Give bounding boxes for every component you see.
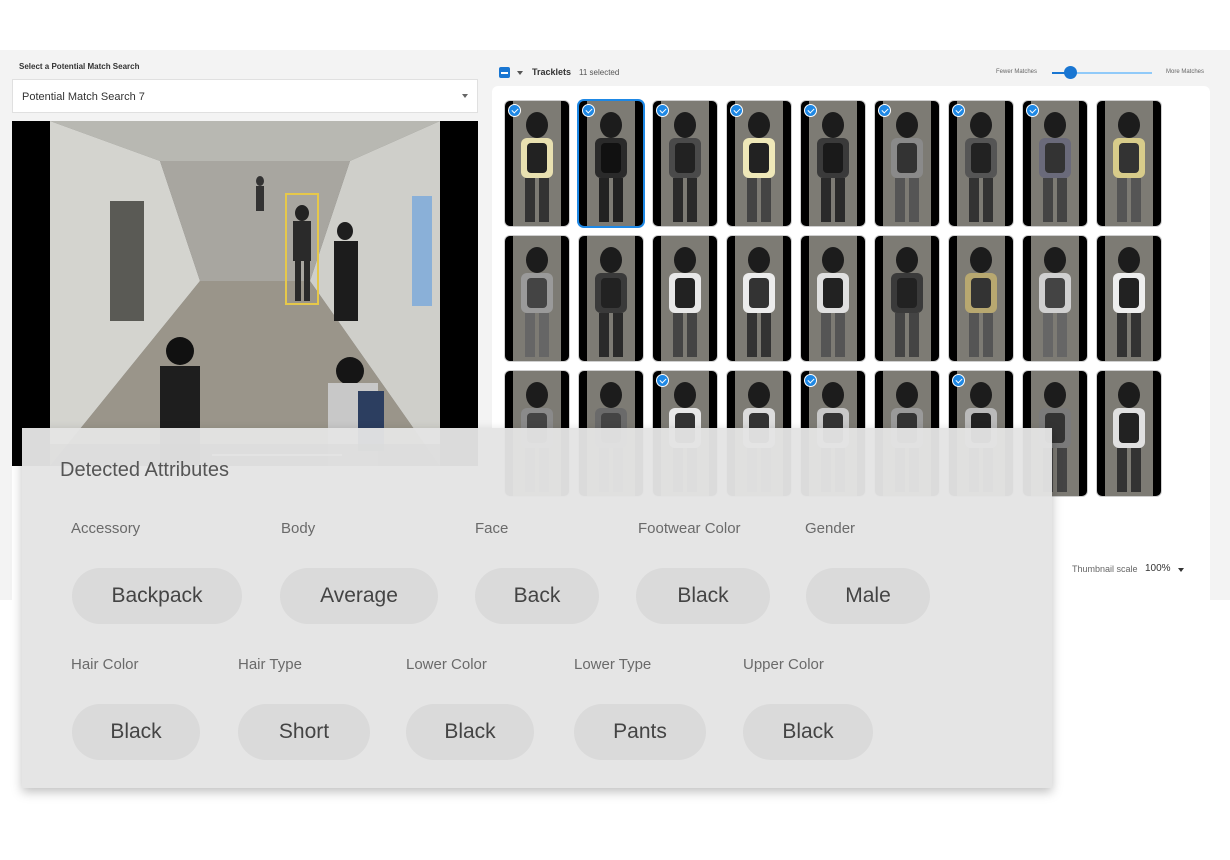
attr-label-lower-color: Lower Color	[406, 656, 487, 673]
potential-match-search-select[interactable]: Potential Match Search 7	[12, 79, 478, 113]
person-crop	[587, 236, 635, 361]
select-all-checkbox[interactable]	[499, 67, 510, 78]
select-menu-caret-icon[interactable]	[517, 71, 523, 75]
tracklet-thumbnail[interactable]	[579, 236, 643, 361]
tracklet-thumbnail[interactable]	[505, 101, 569, 226]
attr-label-lower-type: Lower Type	[574, 656, 652, 673]
attr-chip-upper-color[interactable]: Black	[743, 704, 873, 760]
attr-chip-lower-color[interactable]: Black	[406, 704, 534, 760]
tracklet-thumbnail[interactable]	[727, 101, 791, 226]
check-icon[interactable]	[878, 104, 891, 117]
person-crop	[735, 101, 783, 226]
search-select-label: Select a Potential Match Search	[19, 62, 140, 71]
attr-chip-accessory[interactable]: Backpack	[72, 568, 242, 624]
check-icon[interactable]	[804, 374, 817, 387]
check-icon[interactable]	[508, 104, 521, 117]
chevron-down-icon	[462, 94, 468, 98]
tracklet-thumbnail[interactable]	[1097, 371, 1161, 496]
tracklet-thumbnail[interactable]	[1097, 101, 1161, 226]
check-icon[interactable]	[656, 104, 669, 117]
person-crop	[661, 236, 709, 361]
attr-label-face: Face	[475, 520, 509, 537]
detected-attributes-card: Detected Attributes Accessory Body Face …	[22, 428, 1052, 788]
check-icon[interactable]	[1026, 104, 1039, 117]
tracklet-thumbnail[interactable]	[727, 236, 791, 361]
thumbnail-scale-label: Thumbnail scale	[1072, 564, 1138, 574]
chevron-down-icon[interactable]	[1178, 568, 1184, 572]
more-matches-label: More Matches	[1166, 69, 1205, 75]
check-icon[interactable]	[804, 104, 817, 117]
attr-label-upper-color: Upper Color	[743, 656, 824, 673]
match-slider-thumb[interactable]	[1064, 66, 1077, 79]
video-frame	[50, 121, 440, 466]
person-crop	[957, 101, 1005, 226]
person-crop	[1031, 236, 1079, 361]
person-crop	[883, 236, 931, 361]
video-player[interactable]	[12, 121, 478, 466]
attr-label-accessory: Accessory	[71, 520, 141, 537]
attr-label-footwear-color: Footwear Color	[638, 520, 741, 537]
attr-chip-gender[interactable]: Male	[806, 568, 930, 624]
person-crop	[661, 101, 709, 226]
person-crop	[1105, 101, 1153, 226]
tracklet-thumbnail[interactable]	[949, 101, 1013, 226]
tracklet-thumbnail[interactable]	[1023, 236, 1087, 361]
selected-count: 11 selected	[579, 68, 620, 77]
tracklet-thumbnail[interactable]	[801, 236, 865, 361]
person-crop	[1105, 236, 1153, 361]
attr-label-hair-type: Hair Type	[238, 656, 302, 673]
tracklet-thumbnail[interactable]	[579, 101, 643, 226]
attr-chip-hair-type[interactable]: Short	[238, 704, 370, 760]
attr-chip-face[interactable]: Back	[475, 568, 599, 624]
attr-chip-lower-type[interactable]: Pants	[574, 704, 706, 760]
tracklet-thumbnail[interactable]	[505, 236, 569, 361]
tracklet-thumbnail[interactable]	[653, 101, 717, 226]
check-icon[interactable]	[656, 374, 669, 387]
check-icon[interactable]	[952, 104, 965, 117]
person-crop	[957, 236, 1005, 361]
person-crop	[735, 236, 783, 361]
tracklet-thumbnail[interactable]	[875, 236, 939, 361]
attr-label-body: Body	[281, 520, 316, 537]
tracklet-thumbnail[interactable]	[1097, 236, 1161, 361]
attributes-title: Detected Attributes	[60, 459, 229, 481]
person-crop	[883, 101, 931, 226]
tracklets-title: Tracklets	[532, 67, 572, 77]
tracklet-thumbnail[interactable]	[801, 101, 865, 226]
attr-chip-body[interactable]: Average	[280, 568, 438, 624]
attr-label-hair-color: Hair Color	[71, 656, 139, 673]
person-crop	[809, 101, 857, 226]
attr-chip-footwear-color[interactable]: Black	[636, 568, 770, 624]
search-select-value: Potential Match Search 7	[22, 91, 145, 103]
tracklets-header: Tracklets 11 selected Fewer Matches More…	[490, 50, 1220, 90]
person-crop	[1031, 101, 1079, 226]
tracklet-thumbnail[interactable]	[875, 101, 939, 226]
check-icon[interactable]	[730, 104, 743, 117]
tracklet-thumbnail[interactable]	[653, 236, 717, 361]
check-icon[interactable]	[952, 374, 965, 387]
attr-chip-hair-color[interactable]: Black	[72, 704, 200, 760]
fewer-matches-label: Fewer Matches	[996, 69, 1038, 75]
person-crop	[587, 101, 635, 226]
thumbnail-scale-select[interactable]: 100%	[1145, 563, 1171, 574]
tracklet-thumbnail[interactable]	[1023, 101, 1087, 226]
person-crop	[809, 236, 857, 361]
person-crop	[513, 236, 561, 361]
tracklet-thumbnail[interactable]	[949, 236, 1013, 361]
person-crop	[1105, 371, 1153, 496]
person-crop	[513, 101, 561, 226]
attr-label-gender: Gender	[805, 520, 856, 537]
check-icon[interactable]	[582, 104, 595, 117]
